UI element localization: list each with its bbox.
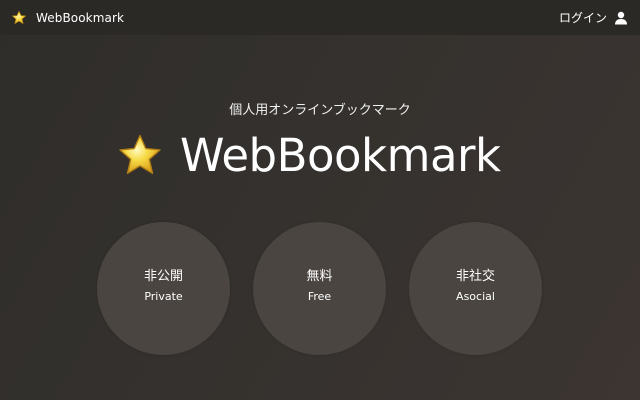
star-icon [12, 10, 26, 24]
hero-title: WebBookmark [180, 129, 501, 182]
hero-title-row: WebBookmark [116, 126, 501, 186]
feature-title: 無料 [306, 269, 333, 284]
star-icon [119, 134, 161, 174]
feature-subtitle: Asocial [456, 290, 495, 303]
user-icon [615, 11, 627, 24]
brand-name: WebBookmark [36, 10, 125, 25]
login-button[interactable]: ログイン [559, 0, 628, 35]
hero-tagline: 個人用オンラインブックマーク [229, 103, 411, 118]
feature-title: 非社交 [455, 269, 495, 284]
feature-subtitle: Free [307, 290, 332, 303]
feature-private: 非公開 Private [97, 222, 230, 355]
feature-subtitle: Private [144, 290, 183, 303]
top-navbar: WebBookmark ログイン [0, 0, 640, 35]
feature-asocial: 非社交 Asocial [409, 222, 542, 355]
feature-title: 非公開 [143, 269, 183, 284]
feature-free: 無料 Free [253, 222, 386, 355]
brand-home-link[interactable]: WebBookmark [11, 10, 124, 26]
login-label: ログイン [558, 11, 607, 25]
